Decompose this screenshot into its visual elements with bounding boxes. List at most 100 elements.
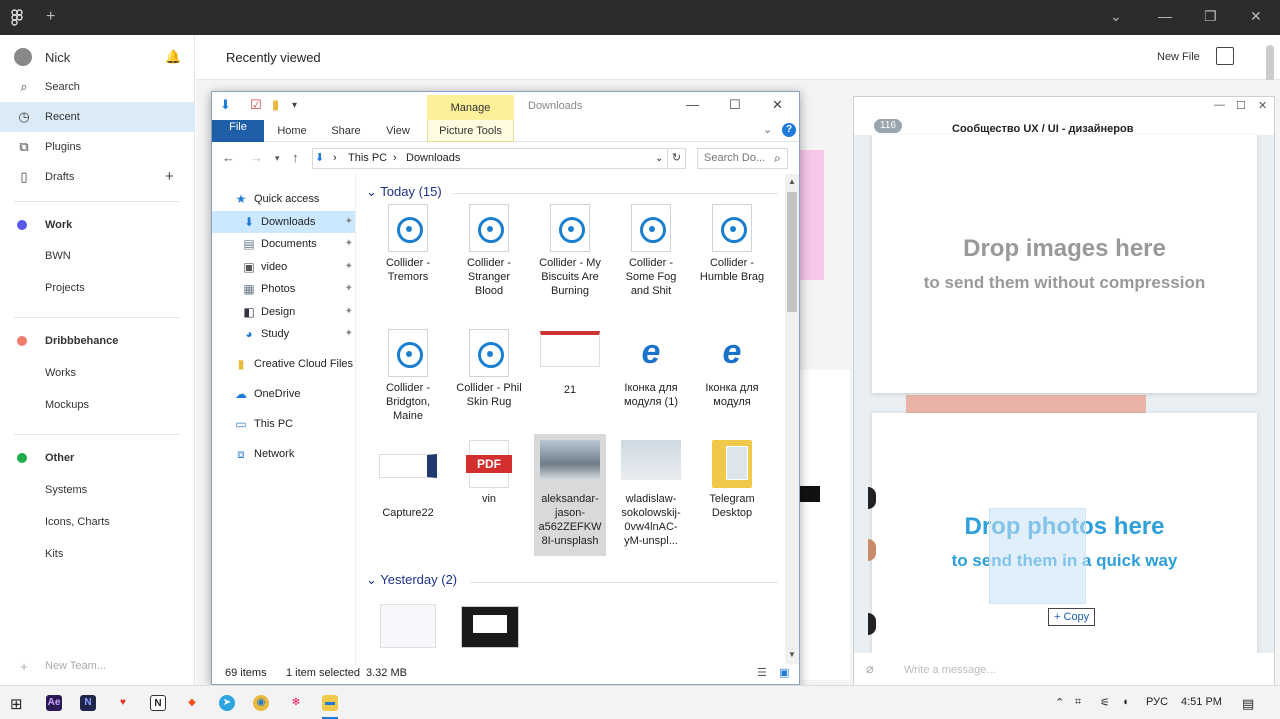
close-icon[interactable]: ✕ — [772, 97, 783, 113]
recent-locations-icon[interactable]: ▾ — [275, 153, 280, 164]
nav-quick-access[interactable]: ★ Quick access — [212, 188, 355, 210]
sidebar-item-drafts[interactable]: ▯ Drafts + — [0, 162, 195, 192]
team-other[interactable]: Other — [0, 443, 195, 473]
tab-view[interactable]: View — [378, 120, 418, 142]
restore-icon[interactable]: ❐ — [1204, 8, 1217, 25]
chat-header[interactable]: 116 Сообщество UX / UI - дизайнеров — [854, 115, 1274, 135]
project-kits[interactable]: Kits — [0, 539, 195, 569]
file-item[interactable]: Capture22 — [372, 434, 444, 556]
scrollbar-thumb[interactable] — [787, 192, 797, 312]
maximize-icon[interactable]: ☐ — [729, 97, 741, 113]
nav-downloads[interactable]: ⬇ Downloads ✦ — [212, 211, 355, 233]
attach-icon[interactable]: ⌀ — [866, 661, 874, 677]
scroll-down-icon[interactable]: ▼ — [788, 650, 796, 659]
expand-ribbon-icon[interactable]: ⌄ — [763, 123, 772, 136]
slack-icon[interactable]: ✻ — [288, 695, 304, 711]
scrollbar[interactable]: ▲ ▼ — [785, 174, 799, 664]
chevron-down-icon[interactable]: ⌄ — [1110, 8, 1122, 25]
minimize-icon[interactable]: — — [1214, 99, 1225, 111]
minimize-icon[interactable]: — — [686, 97, 699, 112]
project-works[interactable]: Works — [0, 358, 195, 388]
message-input[interactable]: Write a message... — [904, 664, 996, 676]
file-item[interactable]: Collider - Humble Brag — [696, 198, 768, 318]
nav-study[interactable]: ◕ Study ✦ — [212, 323, 355, 345]
scroll-up-icon[interactable]: ▲ — [788, 177, 796, 186]
maximize-icon[interactable]: ☐ — [1236, 99, 1246, 112]
new-team-button[interactable]: + New Team... — [0, 651, 195, 681]
chrome-icon[interactable]: ◉ — [253, 695, 269, 711]
file-item[interactable]: 21 — [534, 323, 606, 431]
details-view-icon[interactable]: ☰ — [757, 666, 767, 679]
project-systems[interactable]: Systems — [0, 475, 195, 505]
project-projects[interactable]: Projects — [0, 273, 195, 303]
file-item[interactable]: e Іконка для модуля (1) — [615, 323, 687, 431]
figma-logo-icon[interactable] — [10, 9, 28, 27]
windows-start-icon[interactable]: ⊞ — [10, 695, 23, 713]
properties-icon[interactable]: ☑ — [250, 97, 262, 113]
close-icon[interactable]: ✕ — [1258, 99, 1267, 112]
nav-photos[interactable]: ▦ Photos ✦ — [212, 278, 355, 300]
tab-picture-tools[interactable]: Picture Tools — [427, 120, 514, 142]
new-tab-icon[interactable]: + — [46, 8, 55, 26]
address-bar[interactable]: ⬇ › This PC › Downloads ⌄ — [312, 148, 668, 169]
close-icon[interactable]: ✕ — [1250, 8, 1262, 25]
customize-toolbar-icon[interactable]: ▾ — [292, 100, 297, 111]
project-bwn[interactable]: BWN — [0, 241, 195, 271]
notion-icon[interactable]: N — [150, 695, 166, 711]
file-explorer-icon[interactable]: ▬ — [322, 695, 338, 711]
sidebar-item-plugins[interactable]: ⧉ Plugins — [0, 132, 195, 162]
back-icon[interactable]: ← — [222, 150, 235, 165]
drop-zone-images[interactable]: Drop images here to send them without co… — [872, 135, 1257, 393]
minimize-icon[interactable]: — — [1158, 8, 1172, 24]
figma-icon[interactable]: ◆ — [184, 695, 200, 711]
project-icons-charts[interactable]: Icons, Charts — [0, 507, 195, 537]
after-effects-icon[interactable]: Ae — [46, 695, 62, 711]
nav-creative-cloud[interactable]: ▮ Creative Cloud Files — [212, 353, 355, 375]
file-item[interactable]: Collider - Bridgton, Maine — [372, 323, 444, 431]
sidebar-item-recent[interactable]: ◷ Recent — [0, 102, 195, 132]
wifi-icon[interactable]: ⚟ — [1100, 696, 1110, 709]
new-file-button[interactable]: New File — [1157, 51, 1200, 63]
language-indicator[interactable]: РУС — [1146, 696, 1168, 708]
file-item[interactable]: Collider - My Biscuits Are Burning — [534, 198, 606, 318]
tab-share[interactable]: Share — [326, 120, 366, 142]
file-thumbnail[interactable] — [380, 604, 436, 648]
file-item[interactable]: Collider - Tremors — [372, 198, 444, 318]
add-draft-icon[interactable]: + — [165, 168, 174, 185]
file-item[interactable]: aleksandar-jason-a562ZEFKW8I-unsplash — [534, 434, 606, 556]
nav-this-pc[interactable]: ▭ This PC — [212, 413, 355, 435]
nav-documents[interactable]: ▤ Documents ✦ — [212, 233, 355, 255]
forward-icon[interactable]: → — [250, 150, 263, 165]
clock[interactable]: 4:51 PM — [1181, 696, 1222, 708]
project-mockups[interactable]: Mockups — [0, 390, 195, 420]
nav-onedrive[interactable]: ☁ OneDrive — [212, 383, 355, 405]
help-icon[interactable]: ? — [782, 123, 796, 137]
group-header-yesterday[interactable]: ⌄ Yesterday (2) — [366, 572, 457, 588]
file-item[interactable]: Collider - Stranger Blood — [453, 198, 525, 318]
import-icon[interactable] — [1216, 47, 1234, 65]
breadcrumb-downloads[interactable]: Downloads — [406, 149, 460, 168]
bell-icon[interactable]: 🔔 — [165, 49, 181, 65]
sidebar-item-search[interactable]: ⌕ Search — [0, 72, 195, 102]
file-thumbnail[interactable] — [800, 370, 850, 680]
drop-zone-photos[interactable]: Drop photos here to send them in a quick… — [872, 413, 1257, 673]
tab-home[interactable]: Home — [272, 120, 312, 142]
volume-icon[interactable]: ◖ — [1122, 696, 1129, 708]
file-item[interactable]: wladislaw-sokolowskij-0vw4lnAC-yM-unspl.… — [615, 434, 687, 556]
telegram-icon[interactable]: ➤ — [219, 695, 235, 711]
tab-file[interactable]: File — [212, 120, 264, 142]
file-item[interactable]: Collider - Some Fog and Shit — [615, 198, 687, 318]
file-item[interactable]: Collider - Phil Skin Rug — [453, 323, 525, 431]
file-item[interactable]: PDF vin — [453, 434, 525, 556]
large-icons-view-icon[interactable]: ▣ — [779, 666, 789, 679]
file-item[interactable]: e Іконка для модуля — [696, 323, 768, 431]
file-thumbnail[interactable] — [461, 606, 519, 648]
notifications-icon[interactable]: ▤ — [1242, 696, 1254, 712]
nav-video[interactable]: ▣ video ✦ — [212, 256, 355, 278]
vivaldi-icon[interactable]: ♥ — [115, 695, 131, 711]
file-item[interactable]: Telegram Desktop — [696, 434, 768, 556]
pane-divider[interactable] — [355, 174, 356, 664]
refresh-icon[interactable]: ↻ — [668, 148, 686, 169]
breadcrumb-this-pc[interactable]: This PC — [348, 149, 387, 168]
download-arrow-icon[interactable]: ⬇ — [220, 97, 231, 113]
